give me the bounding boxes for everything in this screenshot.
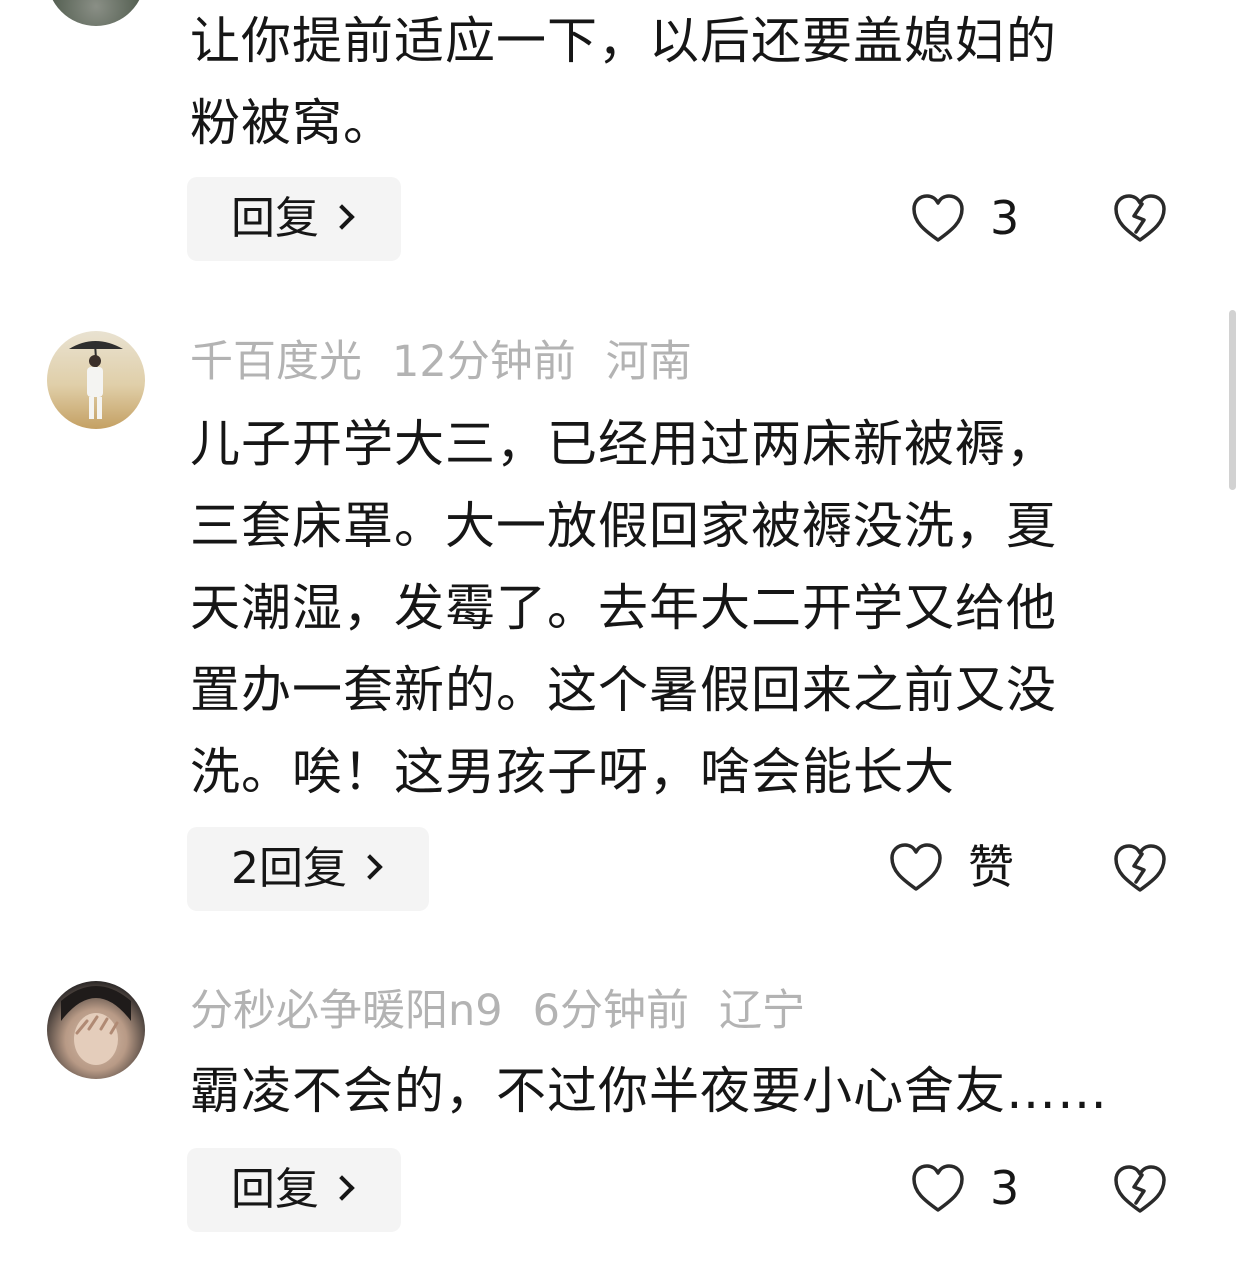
heart-icon	[890, 843, 942, 891]
comment-text-line: 天潮湿，发霉了。去年大二开学又给他	[190, 579, 1057, 637]
broken-heart-icon[interactable]	[1112, 1163, 1168, 1215]
comment-text-line: 让你提前适应一下，以后还要盖媳妇的	[190, 12, 1057, 70]
comment-location: 河南	[605, 337, 692, 387]
reply-button[interactable]: 2回复	[187, 827, 429, 911]
comment-text: 霸凌不会的，不过你半夜要小心舍友……	[190, 1050, 1190, 1132]
avatar[interactable]	[47, 331, 145, 429]
chevron-right-icon	[357, 854, 383, 880]
comment-text-line: 粉被窝。	[190, 94, 394, 152]
reply-label: 回复	[231, 193, 319, 244]
reply-label: 2回复	[231, 843, 347, 894]
avatar-image	[69, 341, 123, 419]
reply-button[interactable]: 回复	[187, 177, 401, 261]
comment-text: 让你提前适应一下，以后还要盖媳妇的 粉被窝。	[190, 0, 1190, 164]
like-button[interactable]: 赞	[888, 837, 1014, 897]
author-name[interactable]: 千百度光	[190, 337, 362, 387]
comment-text: 儿子开学大三，已经用过两床新被褥， 三套床罩。大一放假回家被褥没洗，夏 天潮湿，…	[190, 403, 1190, 813]
scrollbar[interactable]	[1229, 310, 1236, 490]
avatar[interactable]	[47, 981, 145, 1079]
heart-icon	[912, 1164, 964, 1212]
comment-text-line: 儿子开学大三，已经用过两床新被褥，	[190, 415, 1057, 473]
avatar[interactable]	[47, 0, 145, 26]
like-count: 3	[990, 191, 1020, 245]
comment-location: 辽宁	[718, 986, 805, 1036]
like-button[interactable]: 3	[910, 1158, 1019, 1218]
broken-heart-icon[interactable]	[1112, 192, 1168, 244]
comment-text-line: 霸凌不会的，不过你半夜要小心舍友……	[190, 1062, 1108, 1120]
heart-icon	[912, 194, 964, 242]
comment-meta: 千百度光 12分钟前 河南	[190, 334, 722, 390]
comment-text-line: 三套床罩。大一放假回家被褥没洗，夏	[190, 497, 1057, 555]
comment-meta: 分秒必争暖阳n9 6分钟前 辽宁	[190, 983, 835, 1039]
chevron-right-icon	[329, 1175, 355, 1201]
comment-time: 12分钟前	[392, 337, 576, 387]
chevron-right-icon	[329, 204, 355, 230]
like-button[interactable]: 3	[910, 188, 1019, 248]
reply-button[interactable]: 回复	[187, 1148, 401, 1232]
author-name[interactable]: 分秒必争暖阳n9	[190, 986, 503, 1036]
broken-heart-icon[interactable]	[1112, 842, 1168, 894]
reply-label: 回复	[231, 1164, 319, 1215]
comment-time: 6分钟前	[532, 986, 689, 1036]
comment-text-line: 置办一套新的。这个暑假回来之前又没	[190, 661, 1057, 719]
avatar-image	[61, 986, 131, 1065]
like-count: 3	[990, 1161, 1020, 1215]
comment-text-line: 洗。唉！这男孩子呀，啥会能长大	[190, 743, 955, 801]
like-label: 赞	[968, 840, 1014, 894]
